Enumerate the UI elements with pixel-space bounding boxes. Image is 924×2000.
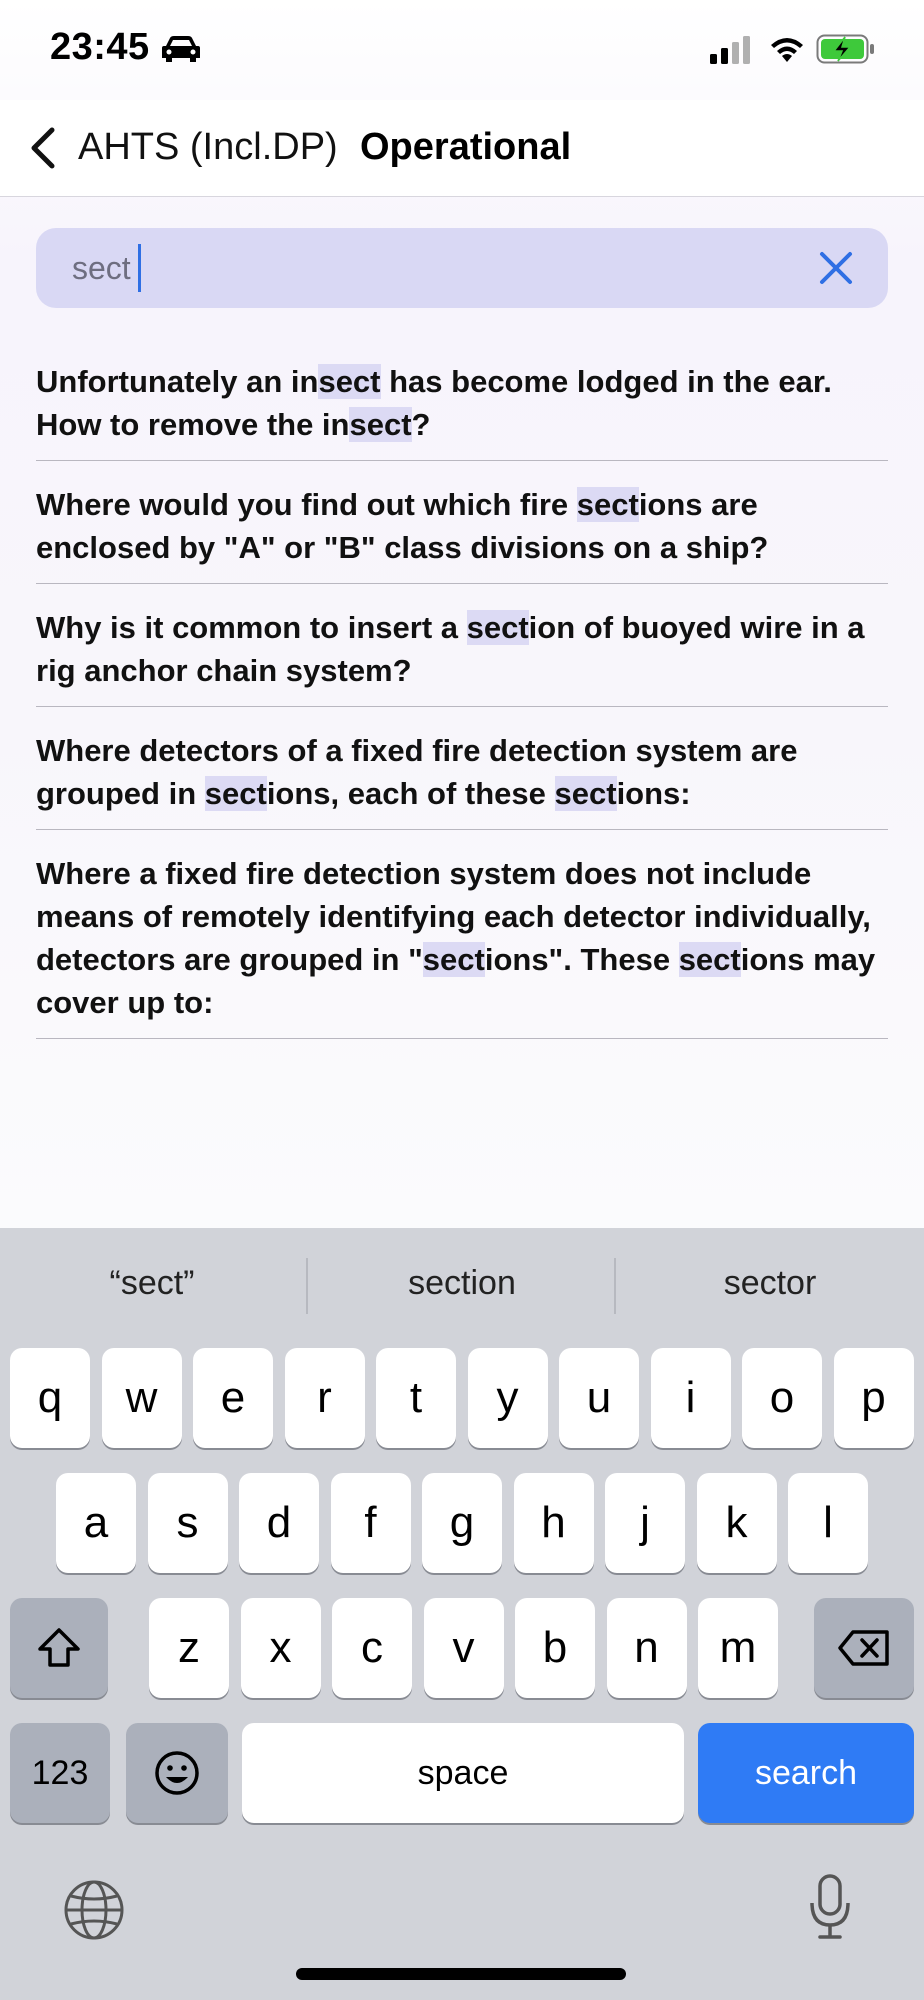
result-item[interactable]: Where would you find out which fire sect…: [36, 477, 888, 584]
key-i[interactable]: i: [650, 1348, 731, 1448]
status-time: 23:45: [50, 26, 150, 68]
key-c[interactable]: c: [332, 1598, 412, 1698]
key-s[interactable]: s: [147, 1473, 228, 1573]
key-f[interactable]: f: [330, 1473, 411, 1573]
result-text: Why is it common to insert a: [36, 610, 467, 645]
page-title: Operational: [360, 126, 572, 168]
key-l[interactable]: l: [788, 1473, 868, 1573]
suggestion-bar: “sect” section sector: [0, 1228, 924, 1340]
key-t[interactable]: t: [376, 1348, 456, 1448]
key-b[interactable]: b: [515, 1598, 595, 1698]
match-highlight: sect: [318, 364, 381, 399]
result-item[interactable]: Where a fixed fire detection system does…: [36, 846, 888, 1039]
key-e[interactable]: e: [193, 1348, 273, 1448]
key-n[interactable]: n: [606, 1598, 687, 1698]
key-m[interactable]: m: [698, 1598, 778, 1698]
result-text: Unfortunately an in: [36, 364, 319, 399]
key-z[interactable]: z: [149, 1598, 229, 1698]
match-highlight: sect: [678, 942, 741, 977]
result-item[interactable]: Where detectors of a fixed fire detectio…: [36, 723, 888, 830]
emoji-key[interactable]: [126, 1723, 228, 1823]
key-y[interactable]: y: [467, 1348, 548, 1448]
key-o[interactable]: o: [742, 1348, 822, 1448]
result-text: ions". These: [484, 942, 679, 977]
result-item[interactable]: Unfortunately an insect has become lodge…: [36, 354, 888, 461]
car-icon: [160, 34, 202, 69]
result-text: ions:: [616, 776, 691, 811]
key-a[interactable]: a: [56, 1473, 136, 1573]
wifi-icon: [768, 34, 806, 69]
key-r[interactable]: r: [284, 1348, 365, 1448]
shift-key[interactable]: [10, 1598, 108, 1698]
backspace-icon: [838, 1630, 889, 1666]
nav-bar: AHTS (Incl.DP) Operational: [0, 100, 924, 197]
emoji-icon: [155, 1751, 199, 1795]
key-p[interactable]: p: [833, 1348, 914, 1448]
result-text: Where would you find out which fire: [36, 487, 577, 522]
suggestion-item[interactable]: sector: [620, 1264, 920, 1303]
search-key[interactable]: search: [698, 1723, 914, 1823]
suggestion-item[interactable]: section: [312, 1264, 612, 1303]
battery-charging-icon: [816, 34, 876, 69]
key-d[interactable]: d: [239, 1473, 319, 1573]
chevron-left-icon[interactable]: [26, 124, 60, 177]
key-j[interactable]: j: [605, 1473, 685, 1573]
suggestion-item[interactable]: “sect”: [2, 1264, 302, 1303]
numbers-key[interactable]: 123: [10, 1723, 110, 1823]
search-field[interactable]: sect: [36, 228, 888, 308]
home-indicator: [296, 1968, 626, 1980]
back-button[interactable]: AHTS (Incl.DP): [78, 126, 338, 169]
key-g[interactable]: g: [422, 1473, 502, 1573]
close-icon[interactable]: [818, 250, 854, 291]
microphone-icon[interactable]: [806, 1873, 854, 1948]
shift-icon: [38, 1628, 80, 1667]
match-highlight: sect: [204, 776, 267, 811]
results-list: Unfortunately an insect has become lodge…: [36, 354, 888, 1055]
space-key[interactable]: space: [242, 1723, 684, 1823]
key-k[interactable]: k: [696, 1473, 777, 1573]
key-u[interactable]: u: [559, 1348, 639, 1448]
backspace-key[interactable]: [814, 1598, 914, 1698]
match-highlight: sect: [349, 407, 412, 442]
result-text: ?: [411, 407, 431, 442]
globe-icon[interactable]: [62, 1878, 126, 1947]
signal-icon: [710, 36, 752, 69]
suggestion-divider: [306, 1258, 308, 1314]
result-item[interactable]: Why is it common to insert a section of …: [36, 600, 888, 707]
match-highlight: sect: [576, 487, 639, 522]
text-caret: [138, 244, 141, 292]
status-bar: 23:45: [0, 0, 924, 100]
match-highlight: sect: [422, 942, 485, 977]
key-q[interactable]: q: [10, 1348, 90, 1448]
key-h[interactable]: h: [513, 1473, 594, 1573]
result-text: ions, each of these: [266, 776, 555, 811]
key-v[interactable]: v: [423, 1598, 504, 1698]
search-input[interactable]: sect: [72, 246, 131, 290]
key-w[interactable]: w: [101, 1348, 182, 1448]
match-highlight: sect: [554, 776, 617, 811]
match-highlight: sect: [466, 610, 529, 645]
key-x[interactable]: x: [240, 1598, 321, 1698]
keyboard: “sect” section sector qwertyuiop asdfghjk…: [0, 1228, 924, 2000]
suggestion-divider: [614, 1258, 616, 1314]
